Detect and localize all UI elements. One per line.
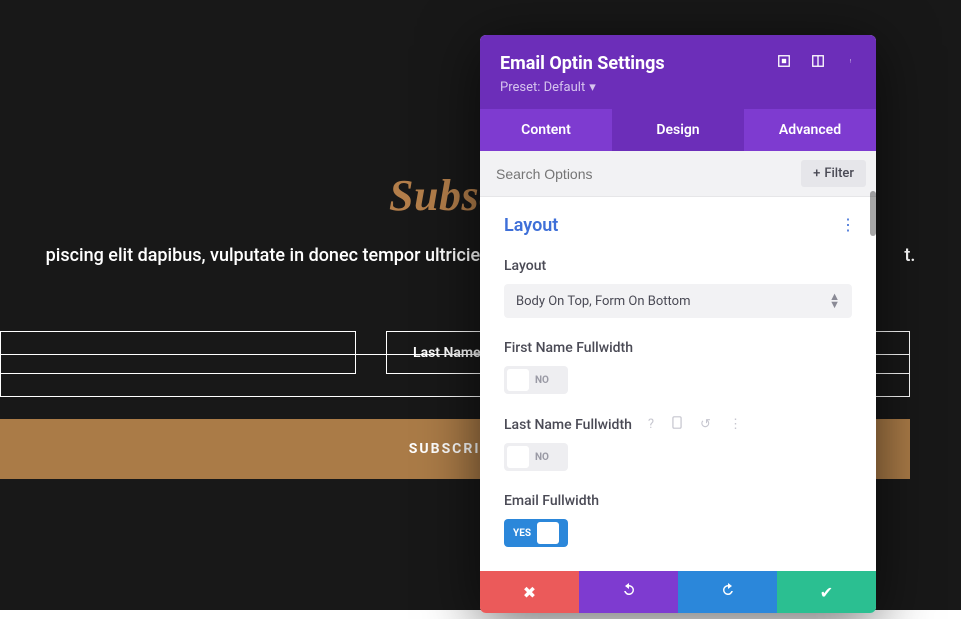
preset-dropdown[interactable]: Preset: Default ▾ [500, 80, 596, 95]
tab-advanced[interactable]: Advanced [744, 109, 876, 151]
responsive-icon[interactable] [672, 416, 682, 433]
filter-button[interactable]: + Filter [801, 160, 866, 187]
panel-tabs: Content Design Advanced [480, 109, 876, 151]
panel-header: Email Optin Settings Preset: Default ▾ [480, 35, 876, 109]
panel-layout-icon[interactable] [810, 53, 826, 69]
undo-button[interactable] [579, 571, 678, 613]
expand-icon[interactable] [776, 53, 792, 69]
reset-icon[interactable]: ↺ [700, 417, 711, 432]
close-icon: ✖ [523, 583, 536, 602]
tab-design[interactable]: Design [612, 109, 744, 151]
section-more-icon[interactable]: ⋮ [840, 215, 856, 234]
undo-icon [621, 582, 637, 602]
field-more-icon[interactable]: ⋮ [729, 417, 742, 432]
tab-content[interactable]: Content [480, 109, 612, 151]
help-icon[interactable]: ? [648, 417, 654, 432]
section-title-layout[interactable]: Layout [504, 215, 852, 236]
search-options-input[interactable] [496, 166, 801, 182]
field-label-last-name-fullwidth: Last Name Fullwidth [504, 417, 632, 433]
select-updown-icon: ▲▼ [829, 293, 840, 309]
field-label-layout: Layout [504, 258, 852, 274]
toggle-first-name-fullwidth[interactable]: NO [504, 366, 568, 394]
confirm-button[interactable]: ✔ [777, 571, 876, 613]
check-icon: ✔ [820, 583, 833, 602]
toggle-last-name-fullwidth[interactable]: NO [504, 443, 568, 471]
layout-select[interactable]: Body On Top, Form On Bottom ▲▼ [504, 284, 852, 318]
cancel-button[interactable]: ✖ [480, 571, 579, 613]
field-label-first-name-fullwidth: First Name Fullwidth [504, 340, 852, 356]
plus-icon: + [813, 166, 820, 181]
toggle-email-fullwidth[interactable]: YES [504, 519, 568, 547]
redo-icon [720, 582, 736, 602]
more-icon[interactable] [844, 53, 860, 69]
chevron-down-icon: ▾ [589, 80, 596, 95]
field-label-email-fullwidth: Email Fullwidth [504, 493, 852, 509]
redo-button[interactable] [678, 571, 777, 613]
settings-panel: Email Optin Settings Preset: Default ▾ C… [480, 35, 876, 613]
